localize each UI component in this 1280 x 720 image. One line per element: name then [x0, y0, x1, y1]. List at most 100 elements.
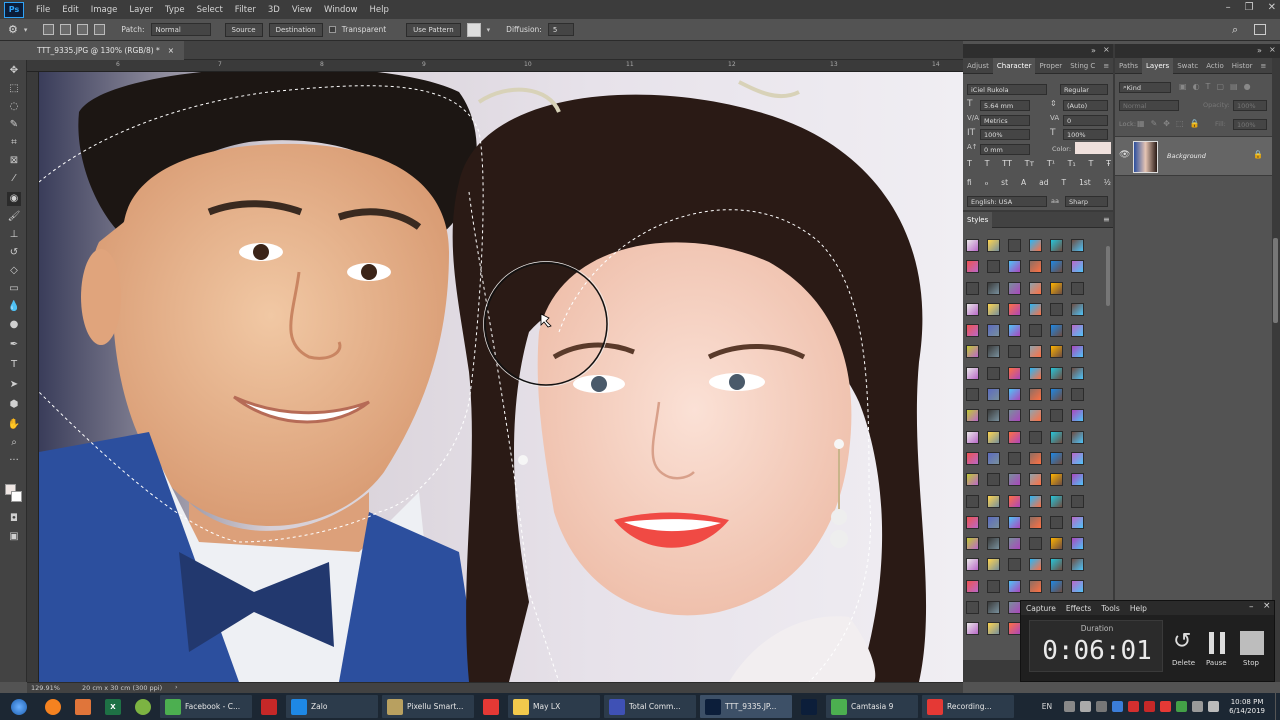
style-swatch[interactable]: [966, 302, 979, 316]
style-swatch[interactable]: [1029, 451, 1042, 465]
menu-3d[interactable]: 3D: [262, 5, 286, 15]
adjustment-filter-icon[interactable]: ◐: [1193, 82, 1200, 91]
style-swatch[interactable]: [966, 430, 979, 444]
style-swatch[interactable]: [1008, 345, 1021, 359]
pause-label[interactable]: Pause: [1206, 659, 1227, 667]
faux-italic-button[interactable]: T: [985, 159, 990, 168]
layer-row[interactable]: 👁 Background 🔒: [1115, 136, 1272, 176]
smart-filter-icon[interactable]: ▤: [1230, 82, 1238, 91]
tray-icon-4[interactable]: [1112, 701, 1124, 712]
tab-actions[interactable]: Actio: [1202, 58, 1228, 74]
document-canvas[interactable]: [39, 72, 963, 682]
kerning-field[interactable]: Metrics: [980, 115, 1030, 126]
start-button[interactable]: [2, 695, 36, 718]
antialias-select[interactable]: Sharp: [1065, 196, 1108, 207]
restore-button[interactable]: ❐: [1245, 2, 1254, 13]
lock-all-icon[interactable]: 🔒: [1190, 119, 1200, 128]
taskbar-item[interactable]: [796, 695, 822, 718]
style-swatch[interactable]: [1029, 324, 1042, 338]
pause-icon[interactable]: [1209, 632, 1225, 654]
panel-menu-icon[interactable]: ≡: [1099, 58, 1113, 74]
discretionary-lig-button[interactable]: ad: [1039, 178, 1048, 187]
tray-icon-3[interactable]: [1096, 701, 1108, 712]
style-swatch[interactable]: [1071, 324, 1084, 338]
style-swatch[interactable]: [1008, 260, 1021, 274]
menu-window[interactable]: Window: [318, 5, 364, 15]
style-swatch[interactable]: [987, 345, 1000, 359]
style-swatch[interactable]: [1008, 324, 1021, 338]
input-language[interactable]: EN: [1042, 702, 1052, 711]
pattern-chevron-icon[interactable]: ▾: [487, 26, 491, 34]
horizontal-scale-field[interactable]: 100%: [1063, 129, 1108, 140]
style-swatch[interactable]: [987, 281, 1000, 295]
layers-scrollbar[interactable]: [1273, 238, 1278, 323]
style-swatch[interactable]: [1050, 537, 1063, 551]
add-selection-icon[interactable]: [60, 24, 72, 35]
blend-mode-select[interactable]: Normal: [1119, 100, 1179, 111]
tray-icon-2[interactable]: [1080, 701, 1092, 712]
style-swatch[interactable]: [1071, 579, 1084, 593]
style-swatch[interactable]: [1029, 558, 1042, 572]
style-swatch[interactable]: [987, 473, 1000, 487]
faux-bold-button[interactable]: T: [967, 159, 972, 168]
tab-character[interactable]: Character: [992, 57, 1036, 74]
style-swatch[interactable]: [966, 345, 979, 359]
style-swatch[interactable]: [987, 409, 1000, 423]
taskbar-pin-ie[interactable]: [130, 695, 156, 718]
swash-button[interactable]: A: [1021, 178, 1026, 187]
style-swatch[interactable]: [1008, 430, 1021, 444]
underline-button[interactable]: T: [1088, 159, 1093, 168]
fill-field[interactable]: 100%: [1233, 119, 1267, 130]
ligatures-button[interactable]: fi: [967, 178, 972, 187]
menu-effects[interactable]: Effects: [1061, 604, 1097, 613]
style-swatch[interactable]: [1008, 302, 1021, 316]
style-swatch[interactable]: [1050, 515, 1063, 529]
menu-filter[interactable]: Filter: [229, 5, 262, 15]
close-panels-icon[interactable]: ×: [1103, 45, 1110, 54]
style-swatch[interactable]: [966, 409, 979, 423]
style-swatch[interactable]: [1050, 494, 1063, 508]
style-swatch[interactable]: [987, 601, 1000, 615]
menu-help[interactable]: Help: [364, 5, 395, 15]
taskbar-item[interactable]: Recording...: [922, 695, 1014, 718]
style-swatch[interactable]: [1071, 281, 1084, 295]
background-color-swatch[interactable]: [11, 491, 22, 502]
style-swatch[interactable]: [1029, 302, 1042, 316]
tab-paths[interactable]: Paths: [1115, 58, 1142, 74]
destination-button[interactable]: Destination: [268, 22, 323, 37]
superscript-button[interactable]: T¹: [1047, 159, 1055, 168]
style-swatch[interactable]: [1050, 409, 1063, 423]
opacity-field[interactable]: 100%: [1233, 100, 1267, 111]
menu-file[interactable]: File: [30, 5, 56, 15]
vertical-scale-field[interactable]: 100%: [980, 129, 1030, 140]
all-caps-button[interactable]: TT: [1002, 159, 1012, 168]
style-swatch[interactable]: [1071, 260, 1084, 274]
workspace-icon[interactable]: [1254, 24, 1266, 35]
style-swatch[interactable]: [1029, 430, 1042, 444]
taskbar-item[interactable]: Total Comm...: [604, 695, 696, 718]
style-swatch[interactable]: [1071, 366, 1084, 380]
tab-swatches[interactable]: Swatc: [1173, 58, 1202, 74]
style-swatch[interactable]: [1071, 239, 1084, 252]
style-swatch[interactable]: [987, 366, 1000, 380]
close-button[interactable]: ✕: [1268, 2, 1276, 13]
transparent-checkbox[interactable]: [328, 26, 336, 33]
style-swatch[interactable]: [1029, 366, 1042, 380]
strikethrough-button[interactable]: Ŧ: [1106, 159, 1111, 168]
lock-pixels-icon[interactable]: ▦: [1137, 119, 1145, 128]
intersect-selection-icon[interactable]: [94, 24, 106, 35]
new-selection-icon[interactable]: [43, 24, 55, 35]
style-swatch[interactable]: [1050, 281, 1063, 295]
tray-icon-1[interactable]: [1064, 701, 1076, 712]
document-tab[interactable]: TTT_9335.JPG @ 130% (RGB/8) * ×: [27, 41, 185, 60]
style-swatch[interactable]: [1050, 260, 1063, 274]
menu-image[interactable]: Image: [85, 5, 124, 15]
layer-name[interactable]: Background: [1167, 152, 1206, 160]
style-swatch[interactable]: [1050, 430, 1063, 444]
old-style-button[interactable]: ℴ: [985, 178, 988, 187]
layer-thumbnail[interactable]: [1133, 141, 1158, 173]
diffusion-field[interactable]: 5: [547, 23, 574, 36]
move-tool-icon[interactable]: ✥: [7, 64, 21, 78]
subscript-button[interactable]: T₁: [1068, 159, 1076, 168]
blur-tool-icon[interactable]: 💧: [7, 300, 21, 314]
